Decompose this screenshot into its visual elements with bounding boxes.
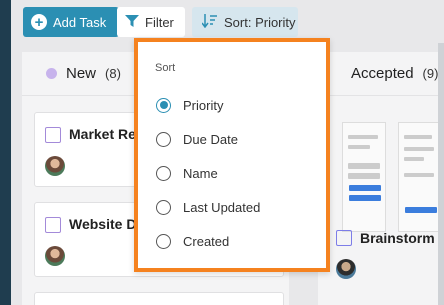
column-title: Accepted bbox=[351, 65, 414, 82]
add-task-label: Add Task bbox=[53, 14, 107, 30]
radio-icon[interactable] bbox=[156, 199, 171, 215]
radio-selected-icon[interactable] bbox=[156, 97, 171, 113]
status-dot-icon bbox=[46, 68, 57, 79]
sort-option-last-updated[interactable]: Last Updated bbox=[156, 197, 260, 217]
card-attachment-thumbnails bbox=[342, 122, 444, 240]
filter-label: Filter bbox=[145, 14, 174, 30]
sort-icon bbox=[201, 13, 218, 31]
left-sidebar-edge bbox=[0, 0, 11, 305]
checkbox[interactable] bbox=[45, 217, 61, 233]
scroll-edge bbox=[438, 43, 444, 305]
sort-option-label: Name bbox=[183, 165, 218, 181]
task-title[interactable]: Brainstorm bbox=[360, 230, 435, 246]
column-count: (9) bbox=[422, 66, 439, 81]
task-title: Website Da bbox=[69, 216, 145, 232]
checkbox[interactable] bbox=[45, 127, 61, 143]
thumbnail-image bbox=[342, 122, 386, 232]
thumbnail-image bbox=[398, 122, 442, 232]
sort-dropdown: Sort Priority Due Date Name Last Updated… bbox=[134, 38, 330, 272]
sort-option-due-date[interactable]: Due Date bbox=[156, 129, 238, 149]
sort-option-label: Last Updated bbox=[183, 199, 261, 215]
plus-circle-icon: + bbox=[31, 14, 47, 30]
filter-icon bbox=[125, 14, 139, 31]
column-title: New bbox=[66, 65, 97, 82]
column-header-accepted: Accepted (9) bbox=[318, 52, 438, 96]
add-task-button[interactable]: + Add Task bbox=[23, 7, 119, 37]
column-count: (8) bbox=[105, 66, 121, 81]
sort-option-label: Due Date bbox=[183, 131, 238, 147]
avatar bbox=[45, 246, 65, 266]
task-card[interactable] bbox=[34, 292, 284, 305]
task-title: Market Re bbox=[69, 126, 136, 142]
radio-icon[interactable] bbox=[156, 131, 171, 147]
avatar bbox=[336, 259, 356, 279]
sort-label: Sort: Priority bbox=[224, 14, 296, 30]
sort-option-label: Created bbox=[183, 233, 230, 249]
avatar bbox=[45, 156, 65, 176]
sort-option-priority[interactable]: Priority bbox=[156, 95, 223, 115]
sort-heading: Sort bbox=[155, 62, 176, 74]
sort-option-label: Priority bbox=[183, 97, 224, 113]
filter-button[interactable]: Filter bbox=[117, 7, 185, 37]
sort-option-created[interactable]: Created bbox=[156, 231, 229, 251]
sort-option-name[interactable]: Name bbox=[156, 163, 218, 183]
document-icon bbox=[336, 230, 352, 246]
radio-icon[interactable] bbox=[156, 233, 171, 249]
sort-button[interactable]: Sort: Priority bbox=[192, 7, 298, 37]
radio-icon[interactable] bbox=[156, 165, 171, 181]
